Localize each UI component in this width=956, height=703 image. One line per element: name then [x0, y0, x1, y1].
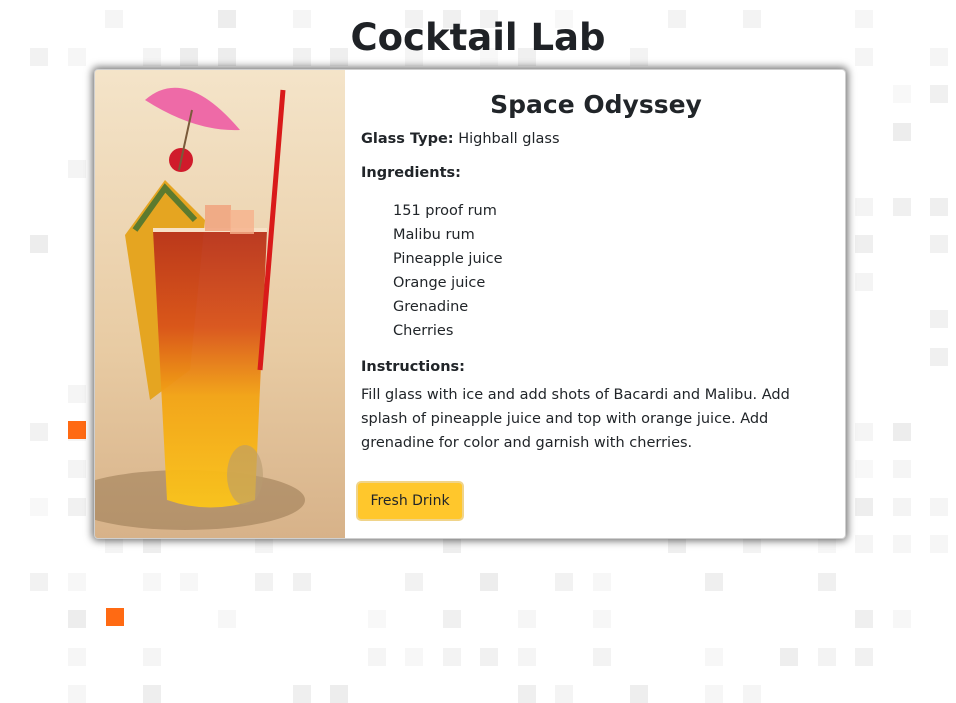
pattern-square: [405, 648, 423, 666]
pattern-square: [143, 648, 161, 666]
pattern-square: [30, 235, 48, 253]
pattern-square: [293, 685, 311, 703]
pattern-square: [930, 535, 948, 553]
pattern-square: [593, 573, 611, 591]
pattern-square: [818, 648, 836, 666]
pattern-square: [630, 685, 648, 703]
drink-details: Space Odyssey Glass Type: Highball glass…: [356, 70, 831, 538]
pattern-square: [930, 198, 948, 216]
pattern-square: [705, 648, 723, 666]
pattern-square: [68, 498, 86, 516]
pattern-square: [930, 348, 948, 366]
cocktail-illustration: [95, 70, 345, 538]
pattern-square: [518, 685, 536, 703]
pattern-square: [518, 648, 536, 666]
pattern-square: [368, 648, 386, 666]
pattern-square-accent: [106, 608, 124, 626]
drink-image: [95, 70, 345, 538]
glass-type: Glass Type: Highball glass: [361, 131, 831, 147]
instructions-label: Instructions:: [361, 359, 465, 375]
pattern-square: [893, 460, 911, 478]
glass-type-label: Glass Type:: [361, 131, 454, 147]
pattern-square: [143, 573, 161, 591]
pattern-square: [555, 573, 573, 591]
pattern-square: [855, 460, 873, 478]
pattern-square: [930, 85, 948, 103]
pattern-square: [780, 648, 798, 666]
pattern-square-accent: [68, 421, 86, 439]
pattern-square: [930, 310, 948, 328]
fresh-drink-button[interactable]: Fresh Drink: [356, 481, 464, 521]
pattern-square: [893, 610, 911, 628]
pattern-square: [368, 610, 386, 628]
instructions-text: Fill glass with ice and add shots of Bac…: [361, 387, 790, 451]
pattern-square: [30, 498, 48, 516]
pattern-square: [855, 198, 873, 216]
pattern-square: [405, 573, 423, 591]
pattern-square: [893, 498, 911, 516]
pattern-square: [593, 610, 611, 628]
pattern-square: [743, 685, 761, 703]
pattern-square: [855, 610, 873, 628]
pattern-square: [893, 535, 911, 553]
ingredients-list: 151 proof rum Malibu rum Pineapple juice…: [361, 199, 831, 343]
pattern-square: [180, 573, 198, 591]
pattern-square: [705, 685, 723, 703]
list-item: Cherries: [393, 323, 454, 339]
page-title: Cocktail Lab: [350, 16, 606, 59]
pattern-square: [593, 648, 611, 666]
pattern-square: [855, 423, 873, 441]
pattern-square: [855, 273, 873, 291]
pattern-square: [893, 423, 911, 441]
pattern-square: [518, 610, 536, 628]
pattern-square: [705, 573, 723, 591]
pattern-square: [855, 498, 873, 516]
pattern-square: [855, 648, 873, 666]
pattern-square: [218, 610, 236, 628]
drink-name: Space Odyssey: [490, 90, 702, 119]
pattern-square: [330, 685, 348, 703]
ingredients-label: Ingredients:: [361, 165, 461, 181]
pattern-square: [555, 685, 573, 703]
pattern-square: [855, 235, 873, 253]
pattern-square: [930, 235, 948, 253]
pattern-square: [68, 648, 86, 666]
list-item: 151 proof rum: [393, 203, 497, 219]
pattern-square: [293, 573, 311, 591]
pattern-square: [893, 123, 911, 141]
pattern-square: [443, 610, 461, 628]
pattern-square: [68, 160, 86, 178]
pattern-square: [68, 460, 86, 478]
pattern-square: [68, 610, 86, 628]
pattern-square: [480, 573, 498, 591]
list-item: Malibu rum: [393, 227, 475, 243]
pattern-square: [855, 535, 873, 553]
list-item: Pineapple juice: [393, 251, 503, 267]
glass-type-value: Highball glass: [458, 131, 560, 147]
list-item: Orange juice: [393, 275, 486, 291]
pattern-square: [68, 685, 86, 703]
pattern-square: [30, 423, 48, 441]
pattern-square: [893, 85, 911, 103]
drink-card: Space Odyssey Glass Type: Highball glass…: [94, 69, 846, 539]
pattern-square: [480, 648, 498, 666]
list-item: Grenadine: [393, 299, 469, 315]
pattern-square: [818, 573, 836, 591]
pattern-square: [893, 198, 911, 216]
pattern-square: [255, 573, 273, 591]
pattern-square: [68, 385, 86, 403]
pattern-square: [443, 648, 461, 666]
pattern-square: [68, 573, 86, 591]
pattern-square: [30, 573, 48, 591]
pattern-square: [930, 498, 948, 516]
pattern-square: [143, 685, 161, 703]
